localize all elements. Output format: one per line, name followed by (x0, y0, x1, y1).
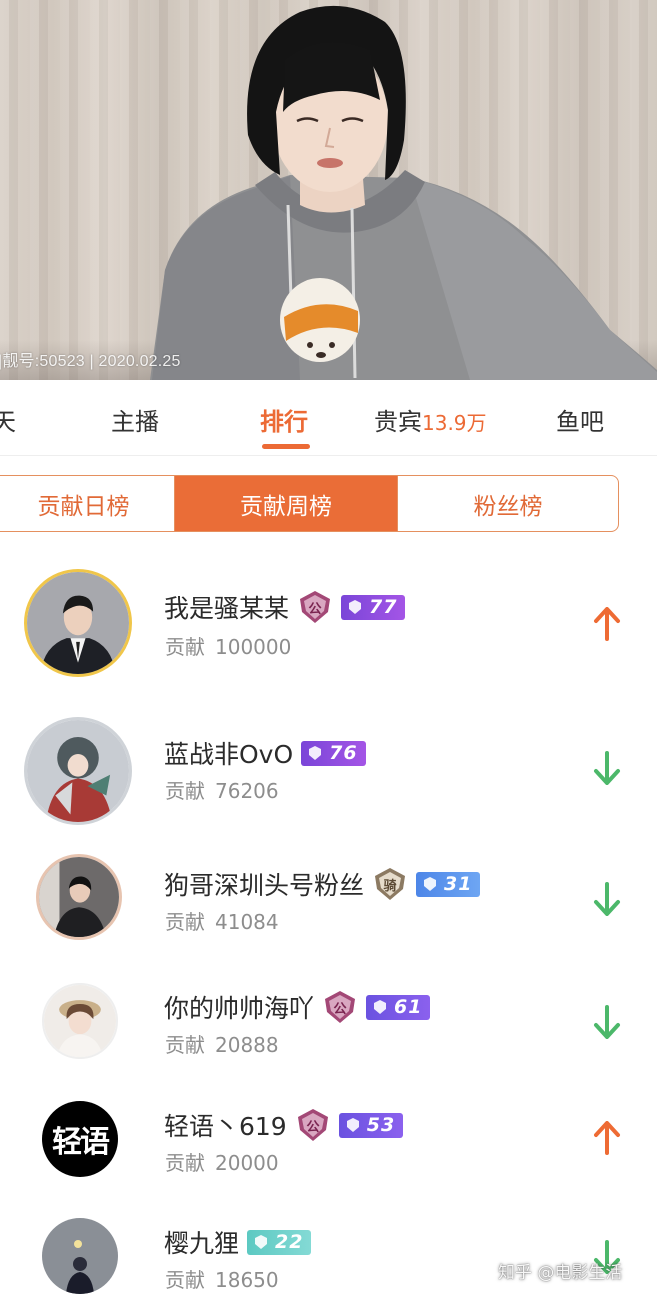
user-name-line: 我是骚某某 公 77 (164, 589, 406, 625)
contribution-value: 20888 (215, 1033, 279, 1057)
fan-level-value: 76 (329, 742, 358, 764)
user-name-line: 你的帅帅海吖 公 61 (164, 989, 431, 1025)
ranking-row[interactable]: 樱九狸 22 贡献 18650 (0, 1212, 657, 1299)
tab-chat[interactable]: 天 (0, 402, 16, 437)
contribution-line: 贡献 20000 (165, 1147, 279, 1176)
tab-vip-label: 贵宾 (374, 408, 422, 436)
avatar-image (44, 985, 116, 1057)
contribution-value: 20000 (215, 1151, 279, 1175)
contribution-value: 18650 (215, 1268, 279, 1292)
user-name: 狗哥深圳头号粉丝 (164, 871, 365, 900)
rank-down-arrow-icon (594, 751, 620, 785)
vip-count: 13.9万 (422, 411, 487, 435)
user-name-line: 狗哥深圳头号粉丝 骑 31 (164, 866, 481, 902)
avatar[interactable]: 轻语 (42, 1101, 118, 1177)
avatar[interactable] (24, 569, 132, 677)
rank-up-arrow-icon (594, 607, 620, 641)
ranking-row[interactable]: 轻语 轻语丶619 公 53 贡献 20000 (0, 1097, 657, 1217)
active-tab-indicator (262, 444, 310, 449)
rank-up-arrow-icon (594, 1121, 620, 1155)
ranking-row[interactable]: 蓝战非OvO 76 贡献 76206 (0, 713, 657, 833)
fan-level-badge: 76 (301, 740, 366, 766)
fan-level-value: 77 (369, 596, 398, 618)
noble-duke-badge-icon: 公 (300, 591, 331, 623)
segment-fans-ranking[interactable]: 粉丝榜 (397, 476, 618, 531)
fan-level-value: 61 (394, 996, 423, 1018)
noble-knight-badge-icon: 骑 (375, 868, 406, 900)
tab-ranking[interactable]: 排行 (260, 402, 308, 437)
fan-level-value: 22 (275, 1231, 304, 1253)
contribution-value: 100000 (215, 635, 292, 659)
tab-vip[interactable]: 贵宾13.9万 (374, 402, 487, 437)
streamer-figure (150, 5, 657, 380)
avatar-image (27, 572, 129, 674)
contribution-value: 41084 (215, 910, 279, 934)
fan-badge-icon (349, 600, 362, 614)
noble-badge-text: 骑 (384, 878, 397, 894)
avatar[interactable] (36, 854, 122, 940)
user-name-line: 轻语丶619 公 53 (164, 1107, 404, 1143)
noble-badge-text: 公 (306, 1120, 319, 1135)
avatar[interactable] (24, 717, 132, 825)
segment-daily-contribution[interactable]: 贡献日榜 (0, 476, 175, 531)
fan-level-badge: 61 (366, 994, 431, 1020)
avatar[interactable] (42, 1218, 118, 1294)
rank-down-arrow-icon (594, 882, 620, 916)
contribution-line: 贡献 20888 (165, 1029, 279, 1058)
fan-level-badge: 53 (338, 1112, 404, 1138)
tab-host[interactable]: 主播 (111, 402, 159, 437)
fan-badge-icon (374, 1000, 387, 1014)
ranking-row[interactable]: 狗哥深圳头号粉丝 骑 31 贡献 41084 (0, 848, 657, 968)
fan-badge-icon (309, 746, 322, 760)
user-name: 你的帅帅海吖 (164, 994, 315, 1023)
noble-duke-badge-icon: 公 (297, 1109, 328, 1141)
ranking-period-switch: 贡献日榜 贡献周榜 粉丝榜 (0, 475, 619, 532)
noble-badge-text: 公 (309, 602, 322, 617)
tab-fishbar[interactable]: 鱼吧 (556, 402, 604, 437)
user-name-line: 蓝战非OvO 76 (164, 735, 366, 771)
contribution-value: 76206 (215, 779, 279, 803)
avatar[interactable] (42, 983, 118, 1059)
fan-level-value: 31 (444, 873, 473, 895)
contribution-line: 贡献 41084 (165, 906, 279, 935)
contribution-label: 贡献 (165, 1268, 205, 1292)
fan-badge-icon (346, 1118, 359, 1132)
fan-level-badge: 77 (341, 594, 406, 620)
avatar-text: 轻语 (52, 1125, 110, 1160)
user-name: 我是骚某某 (164, 594, 290, 623)
rank-down-arrow-icon (594, 1005, 620, 1039)
contribution-label: 贡献 (165, 1033, 205, 1057)
segment-weekly-contribution[interactable]: 贡献周榜 (175, 476, 397, 531)
contribution-label: 贡献 (165, 635, 205, 659)
ranking-row[interactable]: 我是骚某某 公 77 贡献 100000 (0, 565, 657, 685)
user-name-line: 樱九狸 22 (164, 1224, 312, 1260)
user-name: 轻语丶619 (164, 1112, 287, 1141)
contribution-label: 贡献 (165, 1151, 205, 1175)
fan-level-badge: 22 (247, 1229, 312, 1255)
contribution-line: 贡献 100000 (165, 631, 291, 660)
contribution-label: 贡献 (165, 910, 205, 934)
avatar-image (42, 1218, 118, 1294)
contribution-label: 贡献 (165, 779, 205, 803)
contribution-line: 贡献 18650 (165, 1264, 279, 1293)
ranking-row[interactable]: 你的帅帅海吖 公 61 贡献 20888 (0, 975, 657, 1095)
watermark: 知乎 @电影生活 (498, 1263, 623, 1283)
avatar-image (39, 857, 119, 937)
room-tab-bar: 天 主播 排行 贵宾13.9万 鱼吧 (0, 380, 657, 456)
fan-level-badge: 31 (416, 871, 481, 897)
fan-badge-icon (255, 1235, 268, 1249)
avatar-image (27, 720, 129, 822)
fan-badge-icon (424, 877, 437, 891)
user-name: 蓝战非OvO (164, 740, 294, 769)
user-name: 樱九狸 (164, 1229, 240, 1258)
fan-level-value: 53 (366, 1114, 396, 1136)
contribution-line: 贡献 76206 (165, 775, 279, 804)
noble-duke-badge-icon: 公 (325, 991, 356, 1023)
noble-badge-text: 公 (334, 1002, 347, 1017)
room-id-date-overlay: |靓号:50523 | 2020.02.25 (0, 353, 181, 370)
live-video-player[interactable]: |靓号:50523 | 2020.02.25 (0, 0, 657, 380)
